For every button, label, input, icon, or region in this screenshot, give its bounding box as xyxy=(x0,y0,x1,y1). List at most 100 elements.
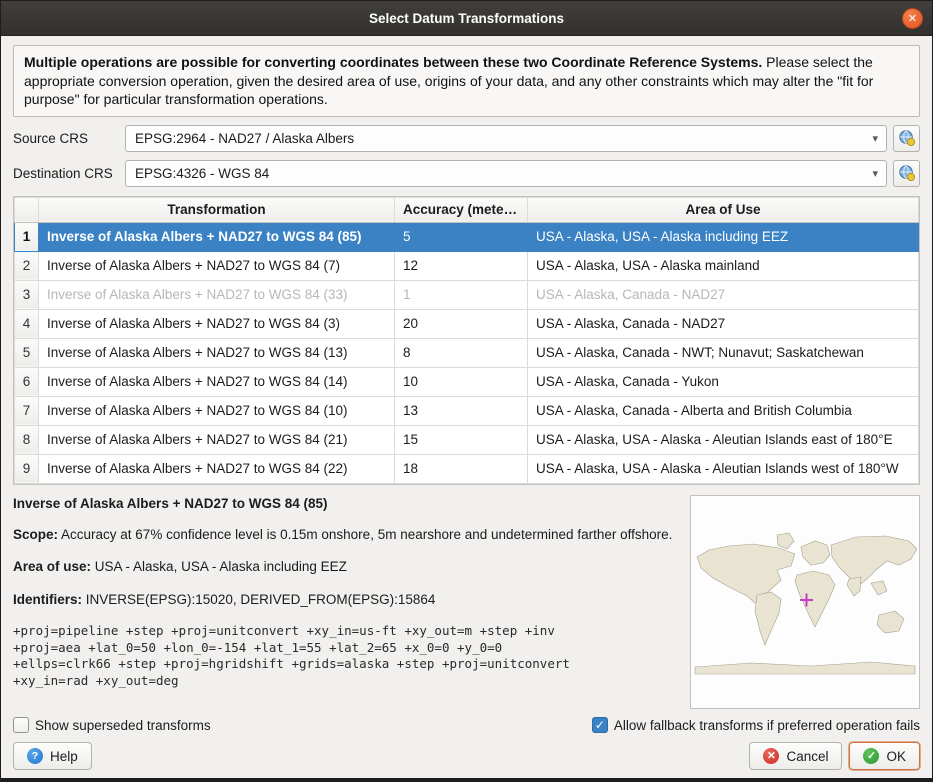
table-row[interactable]: 2 Inverse of Alaska Albers + NAD27 to WG… xyxy=(15,251,919,280)
show-superseded-label[interactable]: Show superseded transforms xyxy=(35,718,211,733)
cell-accuracy[interactable]: 5 xyxy=(395,222,528,251)
ok-icon: ✓ xyxy=(863,748,879,764)
area-of-use-map xyxy=(690,495,920,709)
cell-transformation[interactable]: Inverse of Alaska Albers + NAD27 to WGS … xyxy=(39,454,395,483)
close-icon: ✕ xyxy=(908,12,917,25)
table-row[interactable]: 9 Inverse of Alaska Albers + NAD27 to WG… xyxy=(15,454,919,483)
row-number: 5 xyxy=(15,338,39,367)
table-row[interactable]: 5 Inverse of Alaska Albers + NAD27 to WG… xyxy=(15,338,919,367)
table-header-row: Transformation Accuracy (meters) Area of… xyxy=(15,197,919,222)
details-identifiers: Identifiers: INVERSE(EPSG):15020, DERIVE… xyxy=(13,591,678,609)
help-button[interactable]: ? Help xyxy=(13,742,92,770)
cell-area[interactable]: USA - Alaska, USA - Alaska including EEZ xyxy=(528,222,919,251)
row-number: 2 xyxy=(15,251,39,280)
row-number: 9 xyxy=(15,454,39,483)
world-map xyxy=(691,527,919,677)
destination-crs-row: Destination CRS EPSG:4326 - WGS 84 ▾ xyxy=(13,160,920,187)
crs-globe-icon xyxy=(898,129,916,147)
header-area-of-use[interactable]: Area of Use xyxy=(528,197,919,222)
cell-transformation[interactable]: Inverse of Alaska Albers + NAD27 to WGS … xyxy=(39,396,395,425)
cell-transformation[interactable]: Inverse of Alaska Albers + NAD27 to WGS … xyxy=(39,280,395,309)
source-crs-select-button[interactable] xyxy=(893,125,920,152)
description-box: Multiple operations are possible for con… xyxy=(13,45,920,117)
cell-accuracy[interactable]: 13 xyxy=(395,396,528,425)
cell-accuracy[interactable]: 8 xyxy=(395,338,528,367)
destination-crs-select-button[interactable] xyxy=(893,160,920,187)
help-button-label: Help xyxy=(50,749,78,764)
cell-transformation[interactable]: Inverse of Alaska Albers + NAD27 to WGS … xyxy=(39,338,395,367)
area-of-use-text: USA - Alaska, USA - Alaska including EEZ xyxy=(91,559,347,574)
cell-transformation[interactable]: Inverse of Alaska Albers + NAD27 to WGS … xyxy=(39,367,395,396)
cancel-icon: ✕ xyxy=(763,748,779,764)
chevron-down-icon: ▾ xyxy=(872,132,878,145)
cell-area[interactable]: USA - Alaska, Canada - NWT; Nunavut; Sas… xyxy=(528,338,919,367)
ok-button[interactable]: ✓ OK xyxy=(849,742,920,770)
row-number: 6 xyxy=(15,367,39,396)
description-bold: Multiple operations are possible for con… xyxy=(24,54,762,70)
cell-transformation[interactable]: Inverse of Alaska Albers + NAD27 to WGS … xyxy=(39,222,395,251)
cell-accuracy[interactable]: 15 xyxy=(395,425,528,454)
cancel-button[interactable]: ✕ Cancel xyxy=(749,742,842,770)
table-row[interactable]: 3 Inverse of Alaska Albers + NAD27 to WG… xyxy=(15,280,919,309)
cell-accuracy[interactable]: 12 xyxy=(395,251,528,280)
details-panel: Inverse of Alaska Albers + NAD27 to WGS … xyxy=(13,495,920,709)
cancel-button-label: Cancel xyxy=(786,749,828,764)
cell-accuracy[interactable]: 18 xyxy=(395,454,528,483)
scope-label: Scope: xyxy=(13,527,58,542)
allow-fallback-label[interactable]: Allow fallback transforms if preferred o… xyxy=(614,718,920,733)
cell-accuracy[interactable]: 1 xyxy=(395,280,528,309)
scope-text: Accuracy at 67% confidence level is 0.15… xyxy=(58,527,672,542)
help-icon: ? xyxy=(27,748,43,764)
table-row[interactable]: 7 Inverse of Alaska Albers + NAD27 to WG… xyxy=(15,396,919,425)
dialog-window: Select Datum Transformations ✕ Multiple … xyxy=(0,0,933,782)
cell-area[interactable]: USA - Alaska, USA - Alaska mainland xyxy=(528,251,919,280)
area-of-use-label: Area of use: xyxy=(13,559,91,574)
table-row[interactable]: 8 Inverse of Alaska Albers + NAD27 to WG… xyxy=(15,425,919,454)
cell-accuracy[interactable]: 10 xyxy=(395,367,528,396)
cell-area[interactable]: USA - Alaska, Canada - NAD27 xyxy=(528,309,919,338)
header-transformation[interactable]: Transformation xyxy=(39,197,395,222)
checkbox-checked-icon[interactable]: ✓ xyxy=(592,717,608,733)
destination-crs-combobox[interactable]: EPSG:4326 - WGS 84 ▾ xyxy=(125,160,887,187)
table-row[interactable]: 6 Inverse of Alaska Albers + NAD27 to WG… xyxy=(15,367,919,396)
row-number: 4 xyxy=(15,309,39,338)
cell-transformation[interactable]: Inverse of Alaska Albers + NAD27 to WGS … xyxy=(39,251,395,280)
destination-crs-value: EPSG:4326 - WGS 84 xyxy=(135,166,269,181)
corner-header xyxy=(15,197,39,222)
cell-transformation[interactable]: Inverse of Alaska Albers + NAD27 to WGS … xyxy=(39,425,395,454)
show-superseded-checkbox[interactable]: Show superseded transforms xyxy=(13,717,211,733)
table-row[interactable]: 4 Inverse of Alaska Albers + NAD27 to WG… xyxy=(15,309,919,338)
header-accuracy[interactable]: Accuracy (meters) xyxy=(395,197,528,222)
cell-area[interactable]: USA - Alaska, Canada - Alberta and Briti… xyxy=(528,396,919,425)
table-row[interactable]: 1 Inverse of Alaska Albers + NAD27 to WG… xyxy=(15,222,919,251)
options-row: Show superseded transforms ✓ Allow fallb… xyxy=(13,717,920,733)
row-number: 3 xyxy=(15,280,39,309)
window-title: Select Datum Transformations xyxy=(369,11,564,26)
allow-fallback-checkbox[interactable]: ✓ Allow fallback transforms if preferred… xyxy=(592,717,920,733)
details-text: Inverse of Alaska Albers + NAD27 to WGS … xyxy=(13,495,678,709)
cell-area[interactable]: USA - Alaska, USA - Alaska - Aleutian Is… xyxy=(528,425,919,454)
cell-transformation[interactable]: Inverse of Alaska Albers + NAD27 to WGS … xyxy=(39,309,395,338)
cell-area[interactable]: USA - Alaska, USA - Alaska - Aleutian Is… xyxy=(528,454,919,483)
titlebar: Select Datum Transformations ✕ xyxy=(1,1,932,36)
destination-crs-label: Destination CRS xyxy=(13,166,125,181)
dialog-content: Multiple operations are possible for con… xyxy=(1,36,932,778)
source-crs-value: EPSG:2964 - NAD27 / Alaska Albers xyxy=(135,131,354,146)
identifiers-text: INVERSE(EPSG):15020, DERIVED_FROM(EPSG):… xyxy=(82,592,435,607)
row-number: 1 xyxy=(15,222,39,251)
cell-area[interactable]: USA - Alaska, Canada - NAD27 xyxy=(528,280,919,309)
row-number: 7 xyxy=(15,396,39,425)
chevron-down-icon: ▾ xyxy=(872,167,878,180)
source-crs-row: Source CRS EPSG:2964 - NAD27 / Alaska Al… xyxy=(13,125,920,152)
close-window-button[interactable]: ✕ xyxy=(902,8,923,29)
details-area-of-use: Area of use: USA - Alaska, USA - Alaska … xyxy=(13,558,678,576)
source-crs-combobox[interactable]: EPSG:2964 - NAD27 / Alaska Albers ▾ xyxy=(125,125,887,152)
row-number: 8 xyxy=(15,425,39,454)
transformations-table: Transformation Accuracy (meters) Area of… xyxy=(13,196,920,485)
identifiers-label: Identifiers: xyxy=(13,592,82,607)
checkbox-unchecked-icon[interactable] xyxy=(13,717,29,733)
cell-accuracy[interactable]: 20 xyxy=(395,309,528,338)
cell-area[interactable]: USA - Alaska, Canada - Yukon xyxy=(528,367,919,396)
details-title: Inverse of Alaska Albers + NAD27 to WGS … xyxy=(13,496,678,511)
proj-pipeline-string: +proj=pipeline +step +proj=unitconvert +… xyxy=(13,623,678,689)
